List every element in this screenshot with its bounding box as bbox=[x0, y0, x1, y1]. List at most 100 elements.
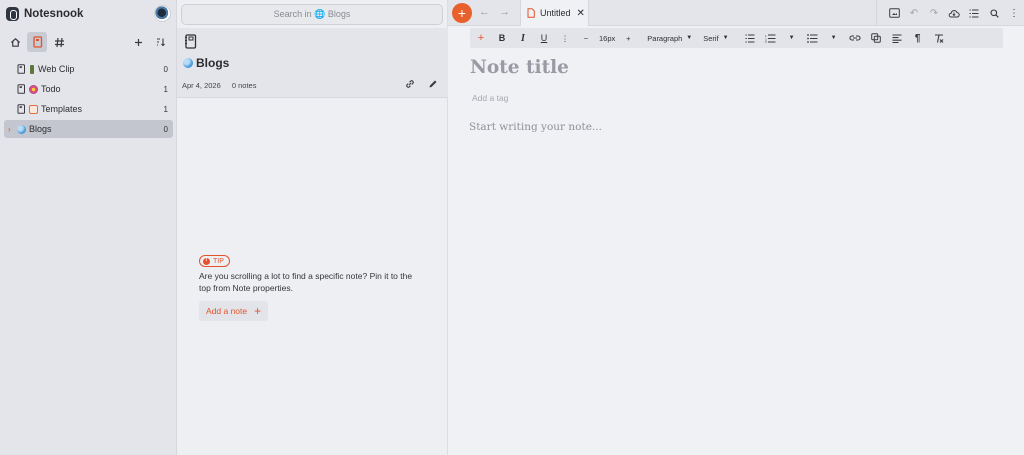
more-formatting-button[interactable]: ⋮ bbox=[557, 29, 573, 47]
plus-icon: + bbox=[626, 33, 631, 43]
focus-mode-button[interactable] bbox=[884, 3, 904, 23]
notebook-notes-count: 0 notes bbox=[231, 81, 257, 90]
block-type-dropdown[interactable]: Paragraph ▼ bbox=[647, 29, 692, 47]
insert-button[interactable]: + bbox=[473, 29, 489, 47]
link-icon bbox=[849, 35, 861, 41]
sync-button[interactable] bbox=[944, 3, 964, 23]
user-avatar[interactable] bbox=[154, 5, 171, 22]
copy-icon bbox=[870, 33, 881, 43]
checklist-button[interactable] bbox=[742, 29, 758, 47]
increase-font-size-button[interactable]: + bbox=[620, 29, 636, 47]
notebook-meta: Apr 4, 2026 0 notes bbox=[182, 81, 265, 90]
notebook-title-text: Blogs bbox=[196, 56, 230, 70]
search-input[interactable]: Search in 🌐 Blogs bbox=[181, 4, 443, 25]
clipboard-emoji-icon bbox=[29, 104, 38, 114]
link-button[interactable] bbox=[405, 79, 415, 89]
font-family-dropdown[interactable]: Serif ▼ bbox=[703, 29, 728, 47]
sidebar-item-todo[interactable]: Todo 1 bbox=[4, 80, 173, 98]
undo-button[interactable]: ↶ bbox=[904, 3, 924, 23]
numbered-list-button[interactable]: 123 bbox=[763, 29, 779, 47]
sidebar-item-templates[interactable]: Templates 1 bbox=[4, 100, 173, 118]
sort-icon bbox=[155, 37, 166, 47]
add-notebook-button[interactable] bbox=[128, 32, 148, 52]
chevron-down-icon: ▼ bbox=[788, 35, 795, 41]
tab-label: Untitled bbox=[540, 8, 571, 18]
more-options-button[interactable]: ⋮ bbox=[1004, 3, 1024, 23]
note-title-input[interactable]: Note title bbox=[470, 57, 569, 78]
globe-emoji-icon bbox=[183, 58, 193, 68]
add-tag-input[interactable]: Add a tag bbox=[472, 93, 508, 103]
notebook-icon bbox=[17, 104, 26, 114]
notebook-icon bbox=[17, 64, 26, 74]
back-button[interactable]: ← bbox=[479, 6, 490, 18]
italic-button[interactable]: I bbox=[515, 29, 531, 47]
home-icon bbox=[10, 37, 21, 48]
italic-icon: I bbox=[521, 32, 525, 44]
plus-icon: + bbox=[254, 304, 262, 318]
pencil-icon bbox=[429, 80, 437, 88]
copy-button[interactable] bbox=[868, 29, 884, 47]
chevron-down-icon: ▼ bbox=[830, 35, 837, 41]
sort-button[interactable] bbox=[150, 32, 170, 52]
align-left-button[interactable] bbox=[889, 29, 905, 47]
note-body-editor[interactable]: Start writing your note... bbox=[469, 121, 602, 133]
link-button[interactable] bbox=[847, 29, 863, 47]
plus-icon: + bbox=[477, 32, 485, 44]
plus-icon: + bbox=[457, 5, 467, 21]
notes-list-panel: Search in 🌐 Blogs Blogs Apr 4, 2026 0 no… bbox=[177, 0, 448, 455]
plus-icon bbox=[134, 38, 143, 47]
underline-button[interactable]: U bbox=[536, 29, 552, 47]
more-vertical-icon: ⋮ bbox=[1009, 7, 1019, 19]
search-icon bbox=[989, 8, 999, 18]
editor-toolbar: + B I U ⋮ − 16px + Paragraph ▼ Serif ▼ 1… bbox=[470, 28, 1003, 48]
hash-icon bbox=[54, 37, 65, 48]
sidebar-item-label: Templates bbox=[41, 104, 83, 114]
new-note-button[interactable]: + bbox=[452, 3, 472, 23]
cloud-icon bbox=[948, 9, 960, 17]
forward-button[interactable]: → bbox=[499, 6, 510, 18]
bullet-list-options-button[interactable]: ▼ bbox=[826, 29, 842, 47]
sidebar-item-blogs[interactable]: › Blogs 0 bbox=[4, 120, 173, 138]
chevron-down-icon: ▼ bbox=[722, 35, 729, 41]
notebook-title: Blogs bbox=[183, 56, 229, 70]
search-in-note-button[interactable] bbox=[984, 3, 1004, 23]
add-note-button[interactable]: Add a note + bbox=[199, 301, 269, 321]
chevron-right-icon[interactable]: › bbox=[8, 125, 16, 134]
sidebar-item-label: Blogs bbox=[29, 124, 52, 134]
document-icon bbox=[527, 8, 535, 18]
text-direction-button[interactable]: ¶ bbox=[910, 29, 926, 47]
tab-bar: + ← → Untitled ✕ ↶ ↷ ⋮ bbox=[448, 0, 1024, 26]
tags-button[interactable] bbox=[49, 32, 69, 52]
close-tab-icon[interactable]: ✕ bbox=[577, 8, 585, 19]
sidebar: Notesnook Web Clip 0 Todo 1 Templates 1 … bbox=[0, 0, 177, 455]
notebooks-button[interactable] bbox=[27, 32, 47, 52]
redo-button[interactable]: ↷ bbox=[924, 3, 944, 23]
home-button[interactable] bbox=[5, 32, 25, 52]
minus-icon: − bbox=[583, 33, 589, 43]
target-emoji-icon bbox=[29, 84, 38, 94]
block-type-label: Paragraph bbox=[647, 33, 683, 43]
table-of-contents-button[interactable] bbox=[964, 3, 984, 23]
clear-formatting-icon bbox=[934, 33, 944, 43]
app-name: Notesnook bbox=[24, 7, 84, 20]
tip-box: TIP Are you scrolling a lot to find a sp… bbox=[199, 255, 439, 321]
tip-text: Are you scrolling a lot to find a specif… bbox=[199, 271, 413, 293]
sidebar-item-web-clip[interactable]: Web Clip 0 bbox=[4, 60, 173, 78]
tab-untitled[interactable]: Untitled ✕ bbox=[520, 0, 589, 26]
chevron-down-icon: ▼ bbox=[686, 35, 693, 41]
sidebar-item-count: 0 bbox=[163, 124, 168, 134]
numbered-list-options-button[interactable]: ▼ bbox=[784, 29, 800, 47]
clear-formatting-button[interactable] bbox=[931, 29, 947, 47]
info-icon bbox=[203, 257, 210, 265]
bullet-list-button[interactable] bbox=[805, 29, 821, 47]
edit-notebook-button[interactable] bbox=[428, 79, 438, 89]
align-left-icon bbox=[892, 33, 902, 43]
svg-text:3: 3 bbox=[765, 40, 767, 43]
bold-button[interactable]: B bbox=[494, 29, 510, 47]
app-header: Notesnook bbox=[0, 0, 177, 27]
notesnook-logo-icon bbox=[6, 6, 19, 21]
font-size-value: 16px bbox=[599, 33, 616, 43]
checklist-icon bbox=[745, 33, 755, 43]
notebook-date: Apr 4, 2026 bbox=[182, 81, 221, 90]
decrease-font-size-button[interactable]: − bbox=[578, 29, 594, 47]
